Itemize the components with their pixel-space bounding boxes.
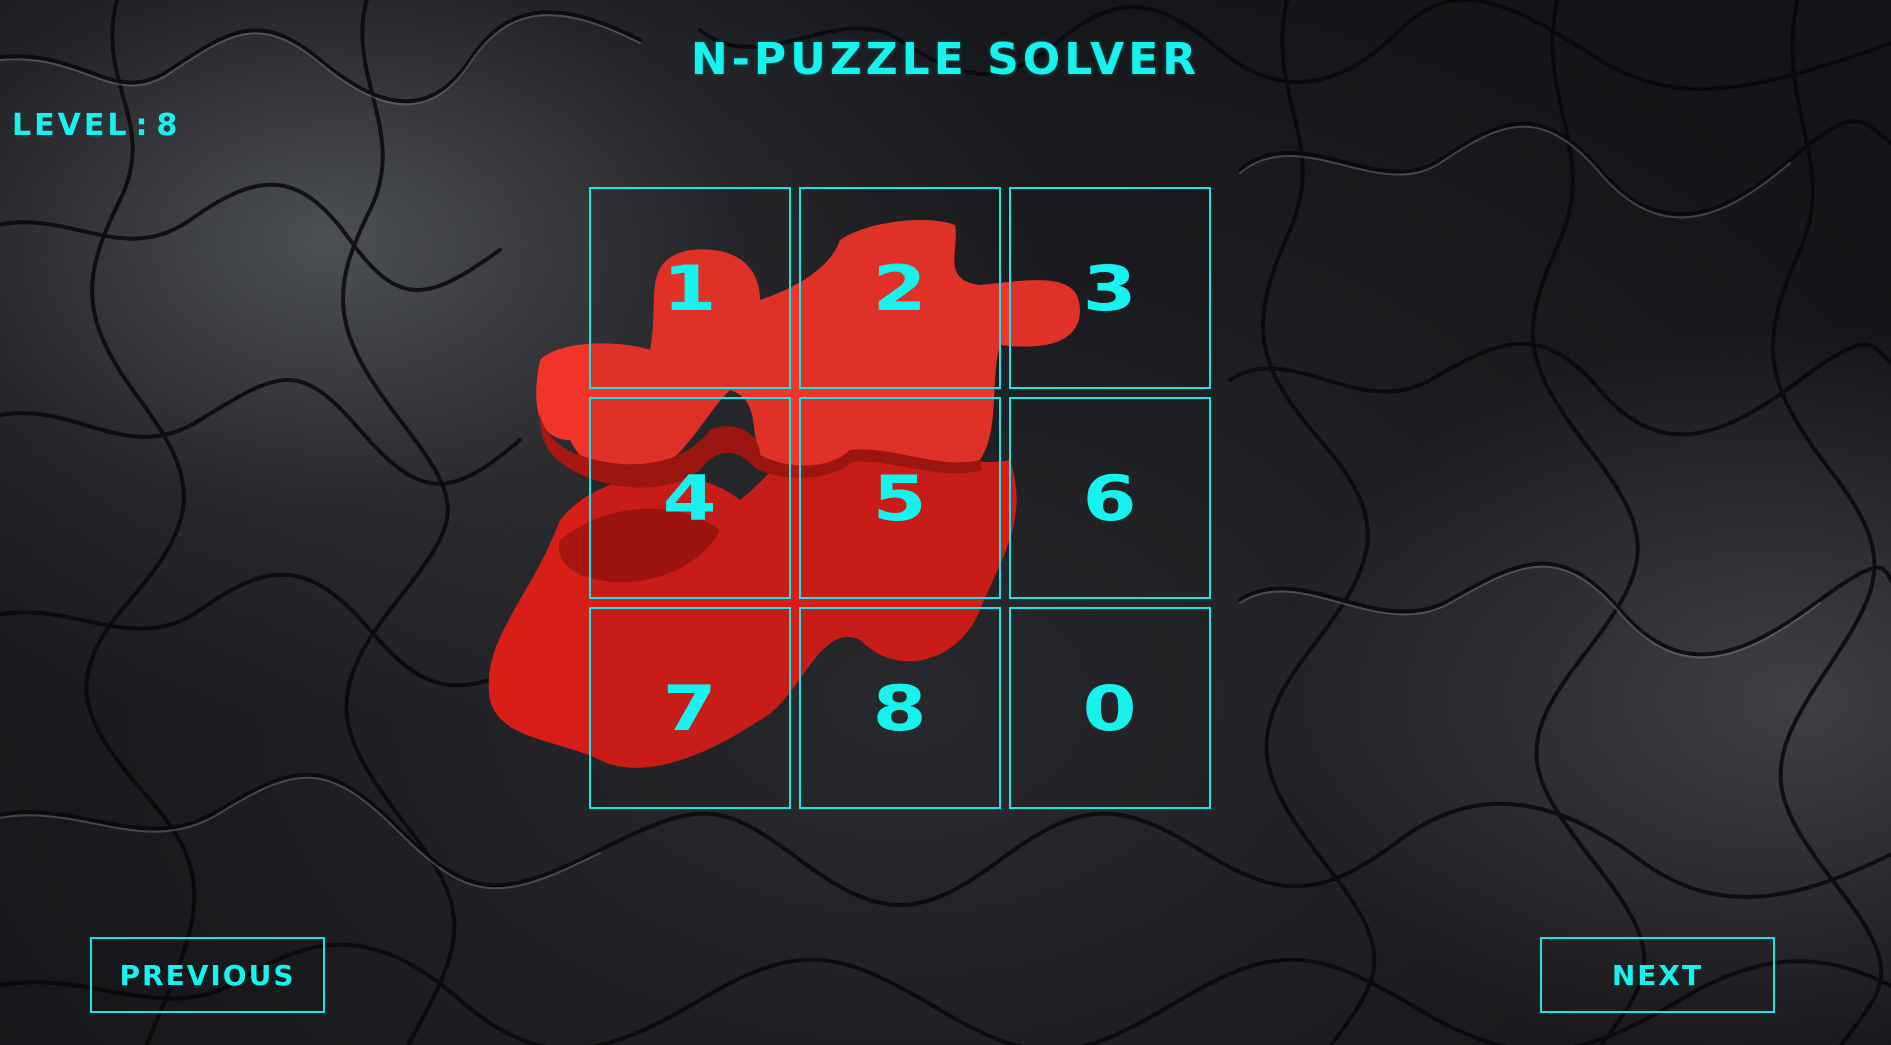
level-separator: : (135, 108, 151, 143)
next-button[interactable]: NEXT (1540, 937, 1775, 1013)
puzzle-tile[interactable]: 7 (589, 607, 791, 809)
puzzle-tile[interactable]: 2 (799, 187, 1001, 389)
previous-button[interactable]: PREVIOUS (90, 937, 325, 1013)
tile-number: 6 (1083, 461, 1137, 535)
tile-number: 8 (873, 671, 927, 745)
puzzle-tile[interactable]: 6 (1009, 397, 1211, 599)
puzzle-tile[interactable]: 3 (1009, 187, 1211, 389)
puzzle-tile[interactable]: 1 (589, 187, 791, 389)
puzzle-tile[interactable]: 4 (589, 397, 791, 599)
puzzle-tile[interactable]: 8 (799, 607, 1001, 809)
puzzle-tile-empty[interactable]: 0 (1009, 607, 1211, 809)
level-value: 8 (156, 108, 181, 143)
tile-number: 2 (873, 251, 927, 325)
page-title: N-PUZZLE SOLVER (690, 34, 1201, 85)
puzzle-board: 1 2 3 4 5 6 7 8 0 (589, 187, 1216, 814)
puzzle-tile[interactable]: 5 (799, 397, 1001, 599)
level-label: LEVEL (12, 108, 130, 143)
tile-number: 0 (1083, 671, 1137, 745)
tile-number: 3 (1083, 251, 1137, 325)
level-indicator: LEVEL:8 (12, 108, 180, 143)
tile-number: 4 (663, 461, 717, 535)
tile-number: 1 (663, 251, 717, 325)
tile-number: 5 (873, 461, 927, 535)
tile-number: 7 (663, 671, 717, 745)
